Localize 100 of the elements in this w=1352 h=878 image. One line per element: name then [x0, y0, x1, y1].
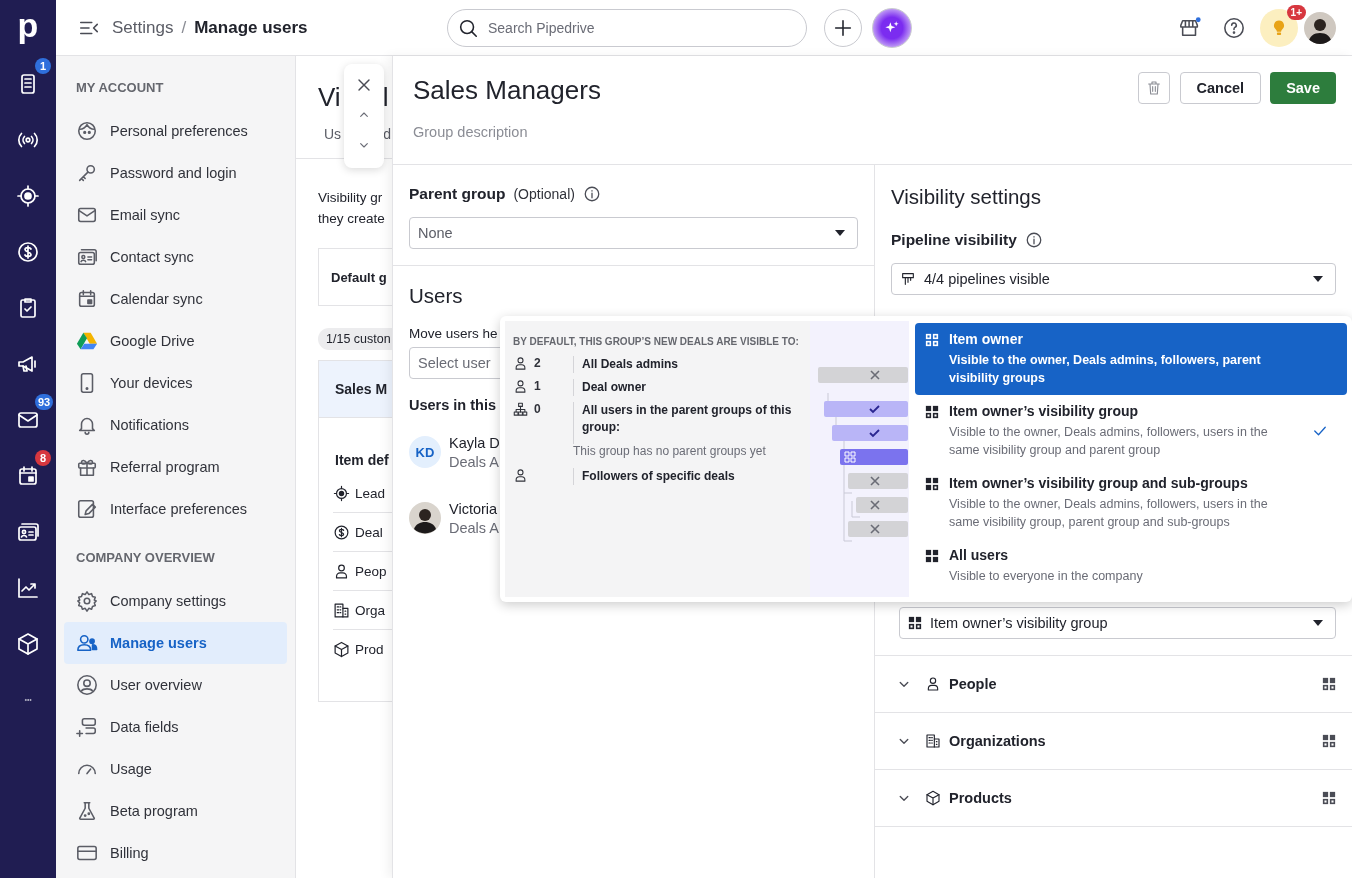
- caret-icon: [1313, 620, 1323, 626]
- section-title: Visibility settings: [891, 185, 1043, 209]
- sidebar-item[interactable]: Data fields: [64, 706, 287, 748]
- entity-row[interactable]: Products: [875, 770, 1352, 827]
- sidebar-item[interactable]: Contact sync: [64, 236, 287, 278]
- item-label: Orga: [355, 602, 385, 618]
- logo[interactable]: p: [0, 0, 56, 56]
- visibility-option[interactable]: Item owner Visible to the owner, Deals admins, followers, parent visibility groups: [915, 323, 1347, 395]
- tab[interactable]: d: [383, 126, 391, 158]
- target-icon: [16, 184, 40, 208]
- group-title[interactable]: Sales Managers: [413, 72, 613, 109]
- cube-icon: [16, 632, 40, 656]
- grid-icon: [925, 405, 939, 419]
- grid-icon: [925, 477, 939, 491]
- person-icon: [925, 676, 941, 692]
- page-title: Vi: [318, 82, 341, 106]
- visibility-option[interactable]: Item owner’s visibility group and sub-groups Visible to the owner, Deals admins, followers, users in the same visibility group, parent group and sub-groups: [915, 467, 1347, 539]
- tab[interactable]: Us: [324, 126, 342, 158]
- contact-card-icon: [16, 520, 40, 544]
- user-avatar[interactable]: [1304, 11, 1336, 44]
- cube-icon: [925, 790, 941, 806]
- selected-group-row[interactable]: Sales M: [319, 361, 392, 418]
- sidebar-item[interactable]: User overview: [64, 664, 287, 706]
- entity-row[interactable]: People: [875, 656, 1352, 713]
- sidebar-item[interactable]: Personal preferences: [64, 110, 287, 152]
- target-icon: [333, 484, 350, 502]
- chart-icon: [16, 576, 40, 600]
- sidebar-item[interactable]: Calendar sync: [64, 278, 287, 320]
- count-badge: 1+: [1286, 4, 1306, 20]
- audience-label: All users in the parent groups of this group:: [582, 402, 793, 436]
- calendar-icon: [16, 464, 40, 488]
- grid-icon: [925, 549, 939, 563]
- sidebar-item[interactable]: Your devices: [64, 362, 287, 404]
- section-heading: MY ACCOUNT: [75, 80, 165, 97]
- sidebar-item[interactable]: Beta program: [64, 790, 287, 832]
- settings-icon: [76, 590, 98, 612]
- grid-icon: [908, 616, 922, 630]
- item-label: Peop: [355, 563, 387, 579]
- sidebar-item[interactable]: Referral program: [64, 446, 287, 488]
- assistant-button[interactable]: [872, 7, 912, 48]
- count-badge: 93: [35, 394, 54, 410]
- smiley-icon: [76, 120, 98, 142]
- search-field[interactable]: Search Pipedrive: [447, 8, 807, 47]
- intro-text: Visibility gr: [318, 189, 384, 207]
- caret-icon: [835, 230, 845, 236]
- info-heading: BY DEFAULT, THIS GROUP’S NEW DEALS ARE VISIBLE TO:: [513, 335, 800, 349]
- user-avatar: [409, 502, 441, 534]
- sidebar-item[interactable]: Manage users: [64, 622, 287, 664]
- user-name: Kayla D: [449, 434, 500, 451]
- sidebar-item[interactable]: Email sync: [64, 194, 287, 236]
- grid-icon: [1322, 734, 1336, 748]
- info-icon: [1024, 231, 1043, 249]
- section-label: Item def: [334, 451, 390, 470]
- breadcrumb-item: Manage users: [194, 17, 308, 38]
- parent-group-select[interactable]: None: [409, 217, 858, 249]
- sidebar-item[interactable]: Google Drive: [64, 320, 287, 362]
- breadcrumb-item[interactable]: Settings: [112, 17, 174, 38]
- page-title: l: [382, 82, 389, 106]
- help-icon: [1223, 16, 1245, 39]
- entity-label: Organizations: [949, 733, 1046, 749]
- sidebar-item[interactable]: Billing: [64, 832, 287, 874]
- sidebar-item[interactable]: Company settings: [64, 580, 287, 622]
- pipeline-select[interactable]: 4/4 pipelines visible: [891, 263, 1336, 295]
- visibility-option[interactable]: All users Visible to everyone in the company: [915, 539, 1347, 593]
- visibility-option[interactable]: Item owner’s visibility group Visible to the owner, Deals admins, followers, users in the same visibility group and parent group: [915, 395, 1347, 467]
- field-label: Parent group: [409, 185, 506, 203]
- key-icon: [76, 162, 98, 184]
- section-title: Users: [409, 284, 464, 308]
- person-icon: [513, 379, 528, 394]
- building-icon: [925, 733, 941, 749]
- trash-icon: [1145, 80, 1162, 96]
- save-button[interactable]: Save: [1270, 72, 1336, 104]
- audience-count: 1: [534, 379, 541, 393]
- cancel-button[interactable]: Cancel: [1179, 72, 1262, 104]
- section-heading: COMPANY OVERVIEW: [75, 550, 216, 567]
- grid-icon: [1322, 791, 1336, 805]
- audience-label: Deal owner: [582, 379, 648, 396]
- item-label: Lead: [355, 485, 386, 501]
- nav-item[interactable]: 93: [0, 392, 56, 448]
- nav-item[interactable]: 8: [0, 448, 56, 504]
- item-label: Prod: [355, 641, 384, 657]
- flask-icon: [76, 800, 98, 822]
- deals-visibility-select[interactable]: Item owner’s visibility group: [899, 607, 1336, 639]
- sidebar-item[interactable]: Password and login: [64, 152, 287, 194]
- entity-label: People: [949, 676, 997, 692]
- count-badge: 1: [35, 58, 51, 74]
- nav-item[interactable]: 1: [0, 56, 56, 112]
- grid-icon: [925, 333, 939, 347]
- count-badge: 8: [35, 450, 51, 466]
- sidebar-item[interactable]: Notifications: [64, 404, 287, 446]
- count-pill: 1/15 custon: [318, 328, 392, 350]
- sidebar-item[interactable]: Interface preferences: [64, 488, 287, 530]
- list-title: Users in this: [409, 397, 497, 413]
- user-role: Deals A: [449, 519, 499, 536]
- sidebar-item[interactable]: Usage: [64, 748, 287, 790]
- field-label: Pipeline visibility: [891, 231, 1017, 249]
- person-icon: [513, 468, 528, 483]
- entity-row[interactable]: Organizations: [875, 713, 1352, 770]
- user-circle-icon: [76, 674, 98, 696]
- pipeline-icon: [900, 271, 916, 287]
